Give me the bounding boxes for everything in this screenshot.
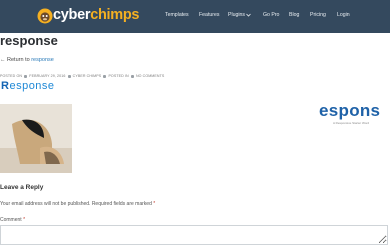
- return-link-row: ← Return to response: [0, 57, 54, 63]
- meta-comments[interactable]: NO COMMENTS: [136, 74, 164, 78]
- nav-plugins[interactable]: Plugins: [228, 12, 251, 18]
- chevron-down-icon: [246, 13, 251, 17]
- user-icon: [67, 74, 71, 78]
- return-link[interactable]: response: [31, 57, 54, 63]
- chimp-logo-icon: [37, 8, 53, 24]
- screenshot-brand-tagline: A Responsive Starter Word: [333, 121, 370, 125]
- screenshot-brand: espons A Responsive Starter Word: [319, 104, 390, 126]
- nav-login[interactable]: Login: [337, 12, 350, 18]
- folder-icon: [103, 74, 107, 78]
- comment-label-text: Comment: [0, 217, 22, 223]
- brand-name: cyberchimps: [53, 7, 140, 23]
- response-wordmark: Response: [1, 80, 55, 92]
- post-meta: POSTED ON FEBRUARY 29, 2016 CYBER CHIMPS…: [0, 74, 164, 78]
- meta-date[interactable]: FEBRUARY 29, 2016: [29, 74, 65, 78]
- required-mark: *: [23, 217, 26, 223]
- return-prefix: ← Return to: [0, 57, 30, 63]
- meta-author[interactable]: CYBER CHIMPS: [73, 74, 102, 78]
- nav-pricing[interactable]: Pricing: [310, 12, 326, 18]
- nav-blog[interactable]: Blog: [289, 12, 299, 18]
- nav-templates[interactable]: Templates: [165, 12, 189, 18]
- calendar-icon: [24, 74, 28, 78]
- site-header: cyberchimps Templates Features Plugins G…: [0, 0, 390, 33]
- page-title: response: [0, 33, 58, 48]
- comment-textarea[interactable]: [0, 225, 388, 245]
- required-mark: *: [153, 201, 156, 207]
- screenshot-brand-text: espons: [319, 104, 381, 120]
- nav-go-pro[interactable]: Go Pro: [263, 12, 279, 18]
- product-photo: [0, 104, 72, 173]
- comment-icon: [130, 74, 134, 78]
- meta-posted-in: POSTED IN: [108, 74, 129, 78]
- comment-notes-text: Your email address will not be published…: [0, 201, 152, 207]
- comment-label: Comment *: [0, 217, 25, 223]
- leave-reply-heading: Leave a Reply: [0, 184, 44, 191]
- nav-features[interactable]: Features: [199, 12, 219, 18]
- nav-plugins-label: Plugins: [228, 12, 246, 18]
- meta-posted-on: POSTED ON: [0, 74, 23, 78]
- comment-notes: Your email address will not be published…: [0, 201, 155, 207]
